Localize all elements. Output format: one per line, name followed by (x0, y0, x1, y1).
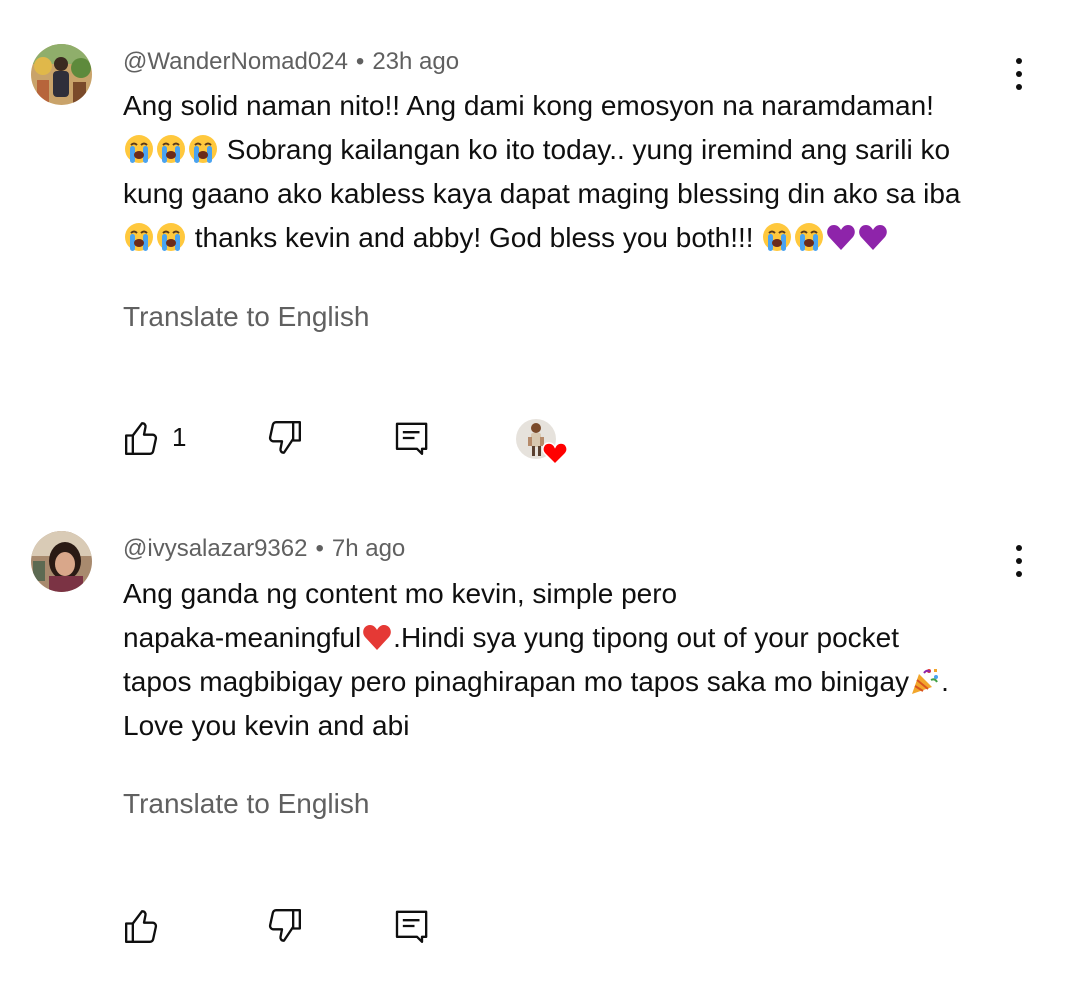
comment-text-segment: .Hindi sya yung tipong out of your pocke… (393, 622, 900, 653)
thumbs-up-icon (125, 910, 158, 943)
translate-link[interactable]: Translate to English (123, 788, 369, 820)
meta-separator: • (315, 535, 324, 562)
comment: @ivysalazar9362 • 7h ago Ang ganda ng cont… (0, 0, 1080, 985)
comment-text-segment: napaka-meaningful (123, 622, 362, 653)
comment-author[interactable]: @ivysalazar9362 (123, 535, 307, 562)
avatar[interactable] (31, 531, 92, 592)
thumbs-down-icon (268, 909, 301, 942)
comment-text-line: Ang ganda ng content mo kevin, simple pe… (123, 572, 1023, 616)
comment-text-line: napaka-meaningful .Hindi sya yung tipong … (123, 616, 1023, 660)
comment-text-line: Love you kevin and abi (123, 704, 1023, 748)
red-heart-emoji (361, 621, 393, 653)
like-button[interactable] (122, 906, 162, 946)
reply-icon (395, 910, 428, 943)
dislike-button[interactable] (264, 906, 304, 946)
comment-text-segment: Ang ganda ng content mo kevin, simple pe… (123, 578, 678, 609)
comment-text-line: tapos magbibigay pero pinaghirapan mo ta… (123, 660, 1023, 704)
comment-text: Ang ganda ng content mo kevin, simple pe… (123, 572, 1023, 748)
comment-meta: @ivysalazar9362 • 7h ago (123, 535, 405, 563)
comment-time[interactable]: 7h ago (332, 535, 405, 562)
comment-text-segment: tapos magbibigay pero pinaghirapan mo ta… (123, 666, 910, 697)
reply-button[interactable] (392, 906, 432, 946)
party-popper-emoji (909, 665, 941, 697)
comment-text-segment: . (941, 666, 949, 697)
comment-actions (0, 906, 1080, 956)
comment-text-segment: Love you kevin and abi (123, 710, 410, 741)
